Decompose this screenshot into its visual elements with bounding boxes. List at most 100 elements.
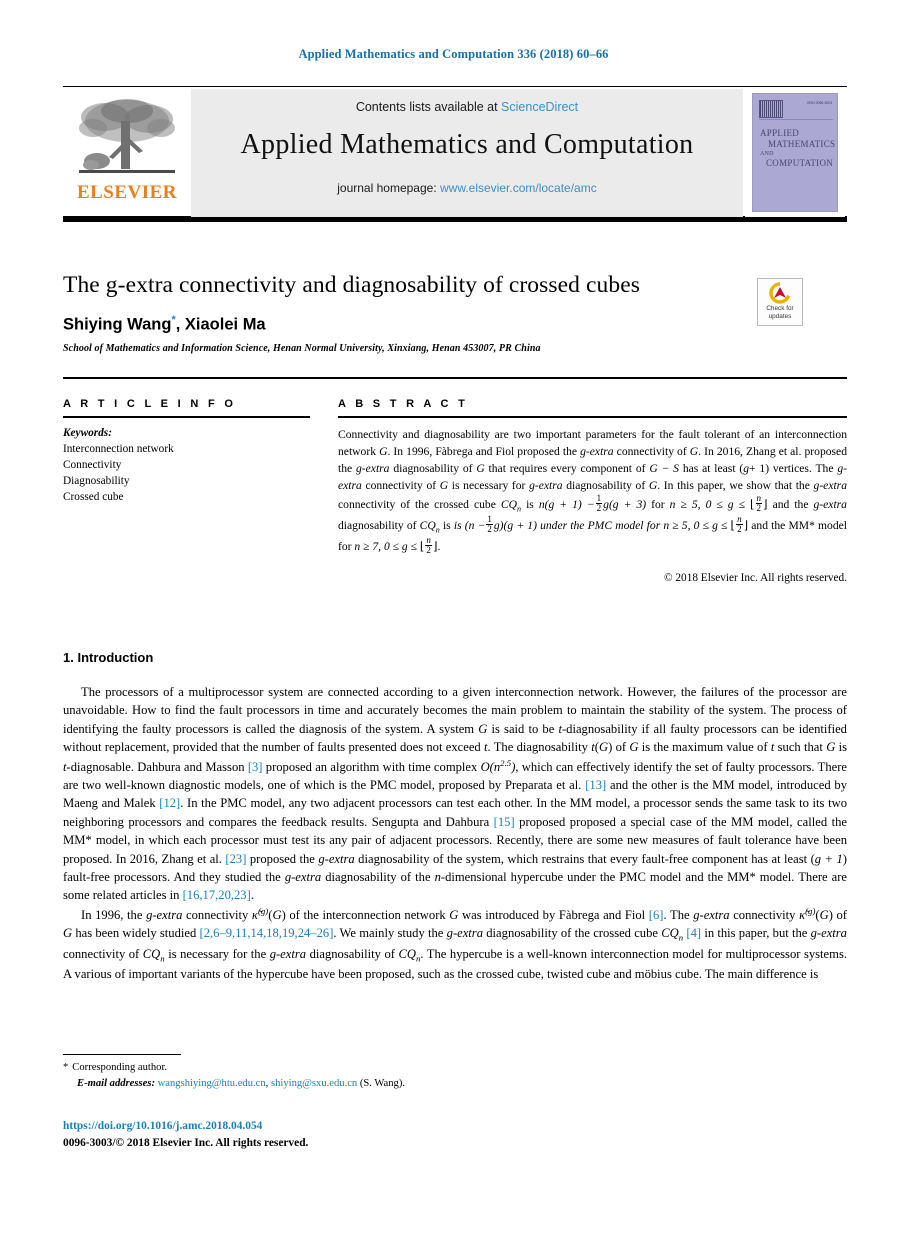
email-link-2[interactable]: shiying@sxu.edu.cn: [271, 1078, 357, 1089]
abs-var: g-extra: [529, 479, 563, 493]
p2-cq: CQn: [398, 946, 420, 964]
p2-t: is necessary for the: [164, 946, 270, 961]
cover-title-line1: APPLIED: [760, 128, 800, 138]
p2-cq-base: CQ: [142, 946, 161, 961]
p2-kappa: κ̃(g): [799, 905, 816, 922]
p1-var: g-extra: [284, 869, 322, 884]
abs-floor: ⌊: [749, 498, 755, 512]
p2-var: G: [272, 907, 282, 922]
keyword-item: Crossed cube: [63, 491, 124, 504]
abstract-rule: [338, 416, 847, 418]
p1-t: .: [250, 888, 254, 903]
crossmark-badge[interactable]: Check for updates: [757, 278, 803, 326]
doi-link[interactable]: https://doi.org/10.1016/j.amc.2018.04.05…: [63, 1120, 262, 1132]
email-link-1[interactable]: wangshiying@htu.edu.cn: [158, 1078, 266, 1089]
top-rule: [63, 377, 847, 379]
citation-ref-list[interactable]: [2,6–9,11,14,18,19,24–26]: [200, 926, 334, 940]
contents-available-line: Contents lists available at ScienceDirec…: [191, 100, 743, 114]
article-info-heading: A R T I C L E I N F O: [63, 398, 237, 410]
abs-t: has at least (: [678, 462, 744, 476]
p2-kappa-sup: (g): [257, 905, 269, 916]
citation-ref-23[interactable]: [23]: [225, 852, 246, 866]
paragraph-1: The processors of a multiprocessor syste…: [63, 683, 847, 905]
p2-t: connectivity: [182, 907, 252, 922]
p1-t: . The diagnosability: [487, 740, 592, 755]
abs-formula: n ≥ 5, 0 ≤ g ≤: [669, 498, 750, 512]
p2-kappa: κ̃(g): [252, 905, 269, 922]
p1-t: is: [835, 740, 847, 755]
crossmark-line2: updates: [768, 312, 792, 320]
abs-fraction-half: 12: [595, 494, 603, 514]
frac-den: 2: [487, 524, 492, 535]
abs-var: G: [439, 479, 449, 493]
abs-t: connectivity of: [613, 445, 690, 459]
abs-t: is necessary for: [448, 479, 530, 493]
email-note: E-mail addresses: wangshiying@htu.edu.cn…: [63, 1076, 663, 1092]
abs-var: g-extra: [813, 498, 847, 512]
abs-t: that requires every component of: [484, 462, 650, 476]
cover-divider: [759, 119, 833, 120]
p2-t: . The: [663, 907, 694, 922]
contents-prefix: Contents lists available at: [355, 99, 502, 114]
abs-var: G: [476, 462, 485, 476]
p2-cq-base: CQ: [661, 926, 679, 941]
footnote-marker: *: [63, 1062, 69, 1073]
abs-var: g-extra: [813, 479, 847, 493]
footnote-rule: [63, 1054, 181, 1056]
p2-t: ) of: [828, 907, 847, 922]
cover-publisher-logo-icon: [759, 100, 783, 118]
author-primary: Shiying Wang: [63, 315, 172, 334]
p2-var: g-extra: [693, 907, 730, 922]
abs-fraction-n2: n2: [425, 536, 432, 555]
abs-t: diagnosability of: [562, 479, 649, 493]
p1-bigo-base: O(n: [480, 759, 501, 774]
citation-ref-13[interactable]: [13]: [585, 778, 606, 792]
citation-ref-15[interactable]: [15]: [494, 815, 515, 829]
p2-t: connectivity of: [63, 946, 143, 961]
p2-cq: CQn: [142, 946, 165, 964]
citation-ref-3[interactable]: [3]: [248, 760, 263, 774]
frac-den: 2: [596, 503, 602, 514]
p2-kappa-sup: (g): [805, 905, 816, 916]
abs-formula: is (n −: [453, 519, 486, 533]
abstract-body: Connectivity and diagnosability are two …: [338, 426, 847, 556]
p1-t: such that: [774, 740, 827, 755]
abs-cq: CQn: [420, 519, 440, 534]
p1-t: proposed the: [246, 851, 319, 866]
p2-var: g-extra: [446, 926, 484, 941]
p2-var: g-extra: [269, 946, 307, 961]
p2-t: diagnosability of the crossed cube: [483, 926, 662, 941]
cover-issn: ISSN 0096-3003: [806, 101, 832, 105]
p2-t: In 1996, the: [81, 907, 147, 922]
abs-var: g-extra: [356, 462, 390, 476]
p2-cq-base: CQ: [398, 946, 416, 961]
abs-cq: CQn: [501, 498, 521, 513]
abs-fraction-half: 12: [486, 515, 493, 534]
p1-var: G: [478, 721, 488, 736]
journal-homepage-link[interactable]: www.elsevier.com/locate/amc: [440, 181, 597, 195]
paper-page: Applied Mathematics and Computation 336 …: [0, 0, 907, 1238]
citation-ref-12[interactable]: [12]: [159, 796, 180, 810]
p2-t: . We mainly study the: [333, 926, 447, 941]
p1-var: g-extra: [318, 851, 355, 866]
elsevier-tree-icon: [79, 98, 175, 173]
abs-t: connectivity of: [361, 479, 440, 493]
abs-formula: g(g + 3): [603, 498, 647, 512]
journal-cover-thumbnail: ISSN 0096-3003 APPLIED MATHEMATICS AND C…: [745, 88, 845, 217]
abstract-copyright: © 2018 Elsevier Inc. All rights reserved…: [663, 571, 847, 584]
citation-ref-4[interactable]: [4]: [686, 926, 701, 940]
sciencedirect-link[interactable]: ScienceDirect: [501, 100, 578, 114]
author-list: Shiying Wang*, Xiaolei Ma: [63, 314, 743, 335]
abs-floor: ⌊: [730, 519, 736, 533]
p1-t: ) of: [608, 740, 630, 755]
paragraph-2: In 1996, the g-extra connectivity κ̃(g)(…: [63, 905, 847, 984]
abs-t: diagnosability of: [389, 462, 477, 476]
abs-t: and the: [767, 498, 814, 512]
citation-ref-6[interactable]: [6]: [649, 908, 664, 922]
elsevier-logo: ELSEVIER: [63, 89, 191, 217]
p2-t: has been widely studied: [72, 926, 200, 941]
abs-t: + 1) vertices. The: [749, 462, 838, 476]
article-info-column: A R T I C L E I N F O Keywords: Intercon…: [63, 398, 310, 505]
frac-den: 2: [737, 524, 742, 535]
citation-ref-16-17-20-23[interactable]: [16,17,20,23]: [183, 888, 251, 902]
